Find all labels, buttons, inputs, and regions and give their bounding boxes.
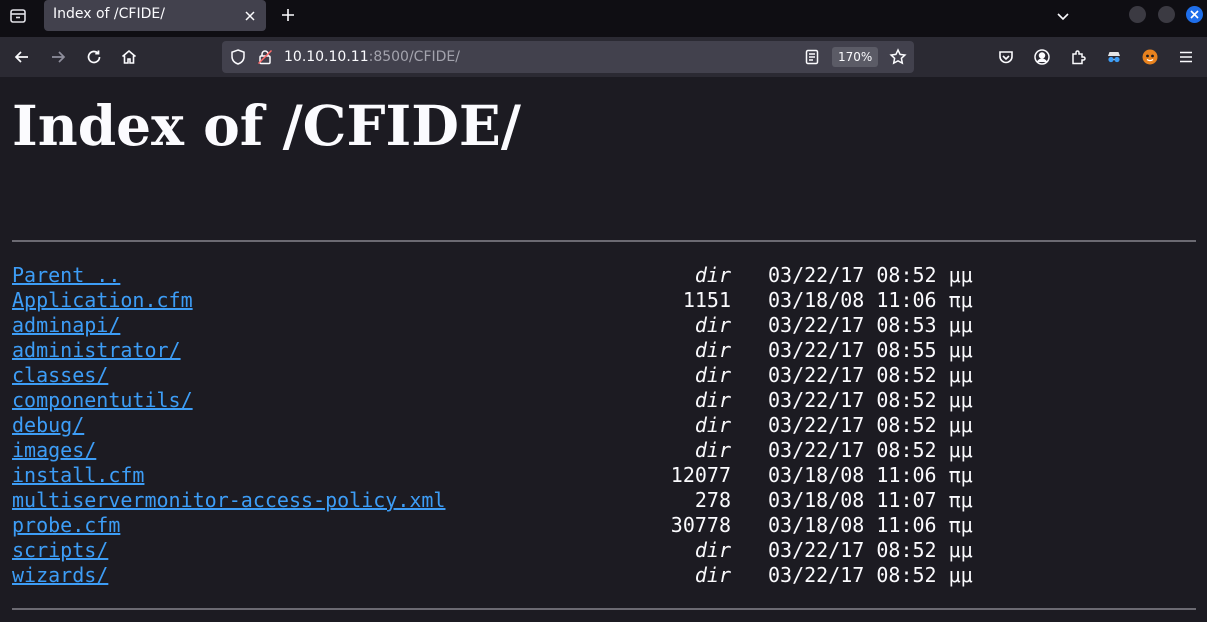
- entry-date: 03/18/08 11:07 πμ: [768, 488, 973, 512]
- entry-link[interactable]: install.cfm: [12, 463, 144, 488]
- entry-size: dir: [694, 338, 731, 362]
- entry-date: 03/22/17 08:52 μμ: [768, 263, 973, 287]
- bookmark-star-icon[interactable]: [889, 48, 907, 66]
- table-row: images/dir 03/22/17 08:52 μμ: [12, 438, 1012, 463]
- entry-date: 03/22/17 08:53 μμ: [768, 313, 973, 337]
- entry-size: 12077: [670, 463, 731, 487]
- address-bar[interactable]: 10.10.10.11:8500/CFIDE/ 170%: [222, 41, 914, 73]
- table-row: Parent .. dir 03/22/17 08:52 μμ: [12, 263, 1012, 288]
- entry-size: dir: [694, 388, 731, 412]
- pocket-icon[interactable]: [997, 48, 1015, 66]
- entry-size: 1151: [682, 288, 731, 312]
- reload-icon[interactable]: [85, 48, 103, 66]
- entry-date: 03/22/17 08:52 μμ: [768, 563, 973, 587]
- reader-view-icon[interactable]: [803, 48, 821, 66]
- divider-bottom: [12, 608, 1196, 610]
- entry-size: dir: [694, 363, 731, 387]
- table-row: install.cfm 12077 03/18/08 11:06 πμ: [12, 463, 1012, 488]
- directory-listing: Parent .. dir 03/22/17 08:52 μμ Applicatio…: [12, 263, 1012, 588]
- entry-link[interactable]: images/: [12, 438, 96, 463]
- divider-top: [12, 240, 1196, 242]
- zoom-level-badge[interactable]: 170%: [832, 47, 879, 67]
- entry-date: 03/22/17 08:52 μμ: [768, 438, 973, 462]
- entry-size: dir: [694, 438, 731, 462]
- forward-arrow-icon[interactable]: [49, 48, 67, 66]
- entry-link[interactable]: scripts/: [12, 538, 108, 563]
- new-tab-icon[interactable]: [280, 7, 296, 23]
- entry-link[interactable]: debug/: [12, 413, 84, 438]
- entry-date: 03/22/17 08:52 μμ: [768, 363, 973, 387]
- page-title: Index of /CFIDE/: [12, 93, 521, 158]
- table-row: probe.cfm 30778 03/18/08 11:06 πμ: [12, 513, 1012, 538]
- extensions-puzzle-icon[interactable]: [1069, 48, 1087, 66]
- entry-size: 30778: [670, 513, 731, 537]
- spy-extension-icon[interactable]: [1105, 48, 1123, 66]
- entry-size: dir: [694, 563, 731, 587]
- table-row: adminapi/dir 03/22/17 08:53 μμ: [12, 313, 1012, 338]
- entry-link[interactable]: Application.cfm: [12, 288, 193, 313]
- back-arrow-icon[interactable]: [13, 48, 31, 66]
- table-row: classes/dir 03/22/17 08:52 μμ: [12, 363, 1012, 388]
- tab-list-icon[interactable]: [9, 7, 27, 25]
- entry-date: 03/18/08 11:06 πμ: [768, 463, 973, 487]
- page-content: Index of /CFIDE/ Parent .. dir 03/22/17 08…: [0, 77, 1207, 622]
- entry-date: 03/18/08 11:06 πμ: [768, 288, 973, 312]
- tab-title: Index of /CFIDE/: [53, 6, 165, 22]
- url-text[interactable]: 10.10.10.11:8500/CFIDE/: [284, 49, 460, 65]
- entry-size: 278: [694, 488, 731, 512]
- minimize-window-button[interactable]: [1129, 6, 1146, 23]
- table-row: scripts/dir 03/22/17 08:52 μμ: [12, 538, 1012, 563]
- entry-link[interactable]: classes/: [12, 363, 108, 388]
- entry-link[interactable]: probe.cfm: [12, 513, 120, 538]
- entry-link[interactable]: wizards/: [12, 563, 108, 588]
- url-host: 10.10.10.11: [284, 49, 369, 65]
- account-icon[interactable]: [1033, 48, 1051, 66]
- entry-link[interactable]: administrator/: [12, 338, 181, 363]
- table-row: multiservermonitor-access-policy.xml 278 0…: [12, 488, 1012, 513]
- entry-date: 03/22/17 08:52 μμ: [768, 413, 973, 437]
- foxyproxy-extension-icon[interactable]: [1141, 48, 1159, 66]
- maximize-window-button[interactable]: [1158, 6, 1175, 23]
- tab-active[interactable]: Index of /CFIDE/: [44, 0, 266, 31]
- url-path: :8500/CFIDE/: [368, 49, 460, 65]
- entry-size: dir: [694, 263, 731, 287]
- shield-icon[interactable]: [229, 48, 247, 66]
- table-row: wizards/dir 03/22/17 08:52 μμ: [12, 563, 1012, 588]
- hamburger-menu-icon[interactable]: [1177, 48, 1195, 66]
- table-row: Application.cfm 1151 03/18/08 11:06 πμ: [12, 288, 1012, 313]
- insecure-lock-icon[interactable]: [256, 48, 274, 66]
- entry-link[interactable]: componentutils/: [12, 388, 193, 413]
- navigation-toolbar: 10.10.10.11:8500/CFIDE/ 170%: [0, 37, 1207, 77]
- entry-link[interactable]: adminapi/: [12, 313, 120, 338]
- entry-date: 03/22/17 08:52 μμ: [768, 388, 973, 412]
- entry-link[interactable]: Parent ..: [12, 263, 120, 288]
- entry-size: dir: [694, 413, 731, 437]
- entry-size: dir: [694, 538, 731, 562]
- entry-size: dir: [694, 313, 731, 337]
- entry-date: 03/18/08 11:06 πμ: [768, 513, 973, 537]
- home-icon[interactable]: [120, 48, 138, 66]
- entry-date: 03/22/17 08:52 μμ: [768, 538, 973, 562]
- table-row: debug/dir 03/22/17 08:52 μμ: [12, 413, 1012, 438]
- table-row: administrator/dir 03/22/17 08:55 μμ: [12, 338, 1012, 363]
- close-tab-icon[interactable]: [243, 8, 257, 22]
- close-window-button[interactable]: [1186, 6, 1203, 23]
- entry-date: 03/22/17 08:55 μμ: [768, 338, 973, 362]
- chevron-down-icon[interactable]: [1056, 8, 1070, 22]
- table-row: componentutils/dir 03/22/17 08:52 μμ: [12, 388, 1012, 413]
- entry-link[interactable]: multiservermonitor-access-policy.xml: [12, 488, 445, 513]
- tab-strip: Index of /CFIDE/: [0, 0, 1207, 37]
